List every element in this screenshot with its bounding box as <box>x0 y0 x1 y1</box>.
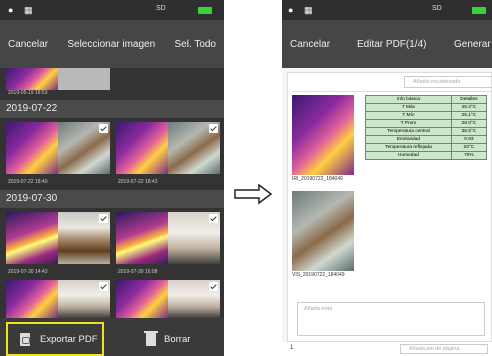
image-thumbnail[interactable] <box>6 212 58 264</box>
checkbox-checked-icon[interactable] <box>99 124 108 133</box>
select-all-button[interactable]: Sel. Todo <box>174 39 216 50</box>
table-cell: T Mín <box>365 111 452 120</box>
table-row: Humedad 70% <box>365 151 488 160</box>
cancel-button[interactable]: Cancelar <box>290 39 330 50</box>
grid-icon: ▦ <box>24 5 33 15</box>
sd-card-icon: SD <box>432 5 442 12</box>
footer-input[interactable]: Añada pie de página <box>400 344 488 354</box>
gallery-topbar: Cancelar Seleccionar imagen Sel. Todo <box>0 20 224 68</box>
table-row: T Mín 25.1°C <box>365 111 488 120</box>
location-icon: ● <box>8 5 14 15</box>
export-pdf-label: Exportar PDF <box>40 333 98 345</box>
thumbnail-caption: 2019-05-19 18:53 <box>8 90 48 96</box>
image-gallery: 2019-05-19 18:53 2019-07-22 2019-07-22 1… <box>0 68 224 318</box>
image-thumbnail[interactable] <box>116 280 168 318</box>
image-thumbnail[interactable] <box>58 68 110 90</box>
table-cell: 25.1°C <box>450 111 488 120</box>
image-thumbnail[interactable] <box>6 280 58 318</box>
export-pdf-button[interactable]: Exportar PDF <box>6 322 104 356</box>
image-thumbnail[interactable] <box>58 122 110 174</box>
image-thumbnail[interactable] <box>6 68 58 90</box>
table-cell: 0.93 <box>450 135 488 144</box>
image-thumbnail[interactable] <box>6 122 58 174</box>
page-number: 1 <box>290 345 294 351</box>
thumbnail-caption: 2019-07-30 14:43 <box>8 269 48 275</box>
checkbox-checked-icon[interactable] <box>209 214 218 223</box>
image-thumbnail[interactable] <box>168 280 220 318</box>
header-input[interactable]: Añada encabezado <box>404 76 492 88</box>
edit-topbar: Cancelar Editar PDF(1/4) Generar <box>282 20 492 68</box>
thumbnail-caption: 2019-07-30 16:08 <box>118 269 158 275</box>
visible-image-caption: VIS_20190722_184049 <box>292 272 345 278</box>
checkbox-checked-icon[interactable] <box>209 124 218 133</box>
table-row: T Máx 45.3°C <box>365 103 488 112</box>
note-input[interactable]: Añada nota <box>297 302 485 336</box>
divider <box>292 91 492 92</box>
visible-image <box>292 191 354 271</box>
image-thumbnail[interactable] <box>168 212 220 264</box>
pdf-page-preview: Añada encabezado IRI_20190722_184049 VIS… <box>287 72 492 342</box>
info-table: Info básica Detalles T Máx 45.3°C T Mín 25… <box>365 95 488 160</box>
right-arrow-icon <box>234 183 273 205</box>
table-cell: Humedad <box>365 151 452 160</box>
location-icon: ● <box>288 5 294 15</box>
table-cell: Emisividad <box>365 135 452 144</box>
sd-card-icon: SD <box>156 5 166 12</box>
table-cell: 20°C <box>450 143 488 152</box>
status-bar: ● ▦ SD <box>0 0 224 20</box>
image-thumbnail[interactable] <box>168 122 220 174</box>
battery-icon <box>198 7 212 14</box>
checkbox-icon[interactable] <box>209 282 218 291</box>
table-cell: 28.0°C <box>450 119 488 128</box>
thumbnail-caption: 2019-07-22 18:43 <box>118 179 158 185</box>
ir-image-caption: IRI_20190722_184049 <box>292 176 343 182</box>
cancel-button[interactable]: Cancelar <box>8 39 48 50</box>
delete-button[interactable]: Borrar <box>144 322 216 356</box>
table-row: Temperatura reflejada 20°C <box>365 143 488 152</box>
table-cell: 36.5°C <box>450 127 488 136</box>
table-cell: Temperatura central <box>365 127 452 136</box>
table-cell: 45.3°C <box>450 103 488 112</box>
generate-button[interactable]: Generar <box>454 39 491 50</box>
page-title: Seleccionar imagen <box>67 38 156 50</box>
table-cell: T Prom <box>365 119 452 128</box>
table-header-cell: Info básica <box>365 95 452 104</box>
thumbnail-caption: 2019-07-22 18:40 <box>8 179 48 185</box>
image-thumbnail[interactable] <box>58 280 110 318</box>
table-row: Emisividad 0.93 <box>365 135 488 144</box>
image-thumbnail[interactable] <box>58 212 110 264</box>
edit-pdf-screen: ● ▦ SD Cancelar Editar PDF(1/4) Generar … <box>282 0 492 356</box>
table-row: Temperatura central 36.5°C <box>365 127 488 136</box>
table-row: T Prom 28.0°C <box>365 119 488 128</box>
checkbox-checked-icon[interactable] <box>99 214 108 223</box>
grid-icon: ▦ <box>304 5 313 15</box>
trash-icon <box>144 330 158 346</box>
table-cell: 70% <box>450 151 488 160</box>
table-cell: T Máx <box>365 103 452 112</box>
table-header-cell: Detalles <box>450 95 488 104</box>
date-header: 2019-07-22 <box>0 100 224 118</box>
date-header: 2019-07-30 <box>0 190 224 208</box>
checkbox-icon[interactable] <box>99 282 108 291</box>
page-title: Editar PDF(1/4) <box>357 38 427 50</box>
image-thumbnail[interactable] <box>116 212 168 264</box>
image-thumbnail[interactable] <box>116 122 168 174</box>
status-bar: ● ▦ SD <box>282 0 492 20</box>
delete-label: Borrar <box>164 333 191 345</box>
battery-icon <box>472 7 486 14</box>
table-cell: Temperatura reflejada <box>365 143 452 152</box>
table-header-row: Info básica Detalles <box>365 95 488 104</box>
ir-image <box>292 95 354 175</box>
pdf-icon <box>20 332 30 346</box>
